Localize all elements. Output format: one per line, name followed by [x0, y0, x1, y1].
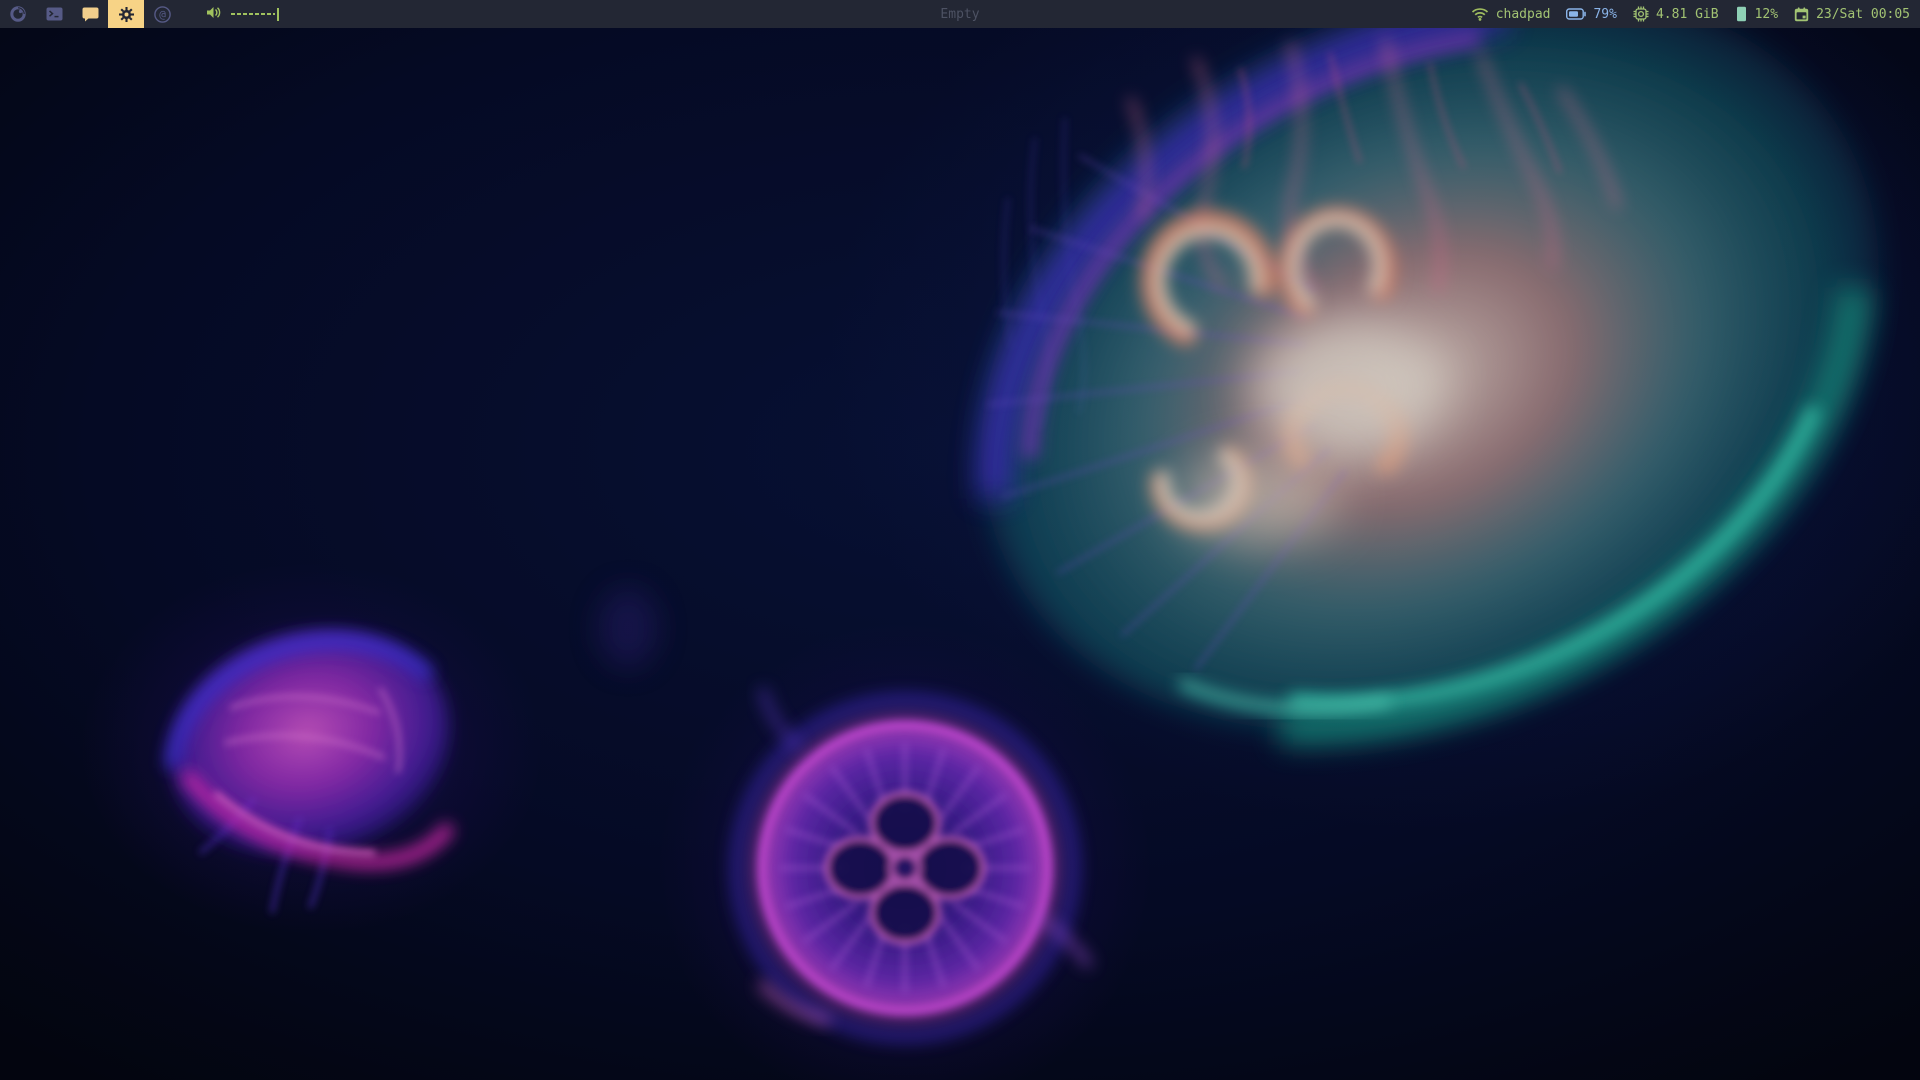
workspace-browser[interactable] — [0, 0, 36, 28]
battery-icon — [1566, 8, 1586, 20]
browser-circle-icon — [10, 6, 26, 22]
clock-widget[interactable]: 23/Sat 00:05 — [1794, 7, 1910, 22]
chat-bubble-icon — [82, 7, 99, 22]
jellyfish-artwork — [0, 28, 1920, 1080]
workspace-settings[interactable] — [108, 0, 144, 28]
calendar-icon — [1794, 7, 1809, 22]
usage-percent: 12% — [1755, 7, 1778, 22]
status-widgets: chadpad 79% — [1471, 0, 1920, 28]
clock-text: 23/Sat 00:05 — [1816, 7, 1910, 22]
memory-used: 4.81 GiB — [1656, 7, 1719, 22]
ram-stick-icon — [1735, 6, 1748, 22]
workspace-mail[interactable]: @ — [144, 0, 180, 28]
gear-icon — [118, 6, 135, 23]
terminal-icon — [46, 7, 63, 21]
battery-percent: 79% — [1593, 7, 1616, 22]
workspace-terminal[interactable] — [36, 0, 72, 28]
volume-widget[interactable] — [206, 0, 279, 28]
wifi-icon — [1471, 7, 1489, 21]
battery-widget[interactable]: 79% — [1566, 7, 1616, 22]
wifi-widget[interactable]: chadpad — [1471, 7, 1551, 22]
wifi-ssid: chadpad — [1496, 7, 1551, 22]
svg-text:@: @ — [159, 8, 166, 21]
speaker-icon — [206, 5, 223, 24]
window-title-text: Empty — [940, 7, 979, 22]
memory-widget[interactable]: 4.81 GiB — [1633, 6, 1719, 22]
cpu-chip-icon — [1633, 6, 1649, 22]
volume-slider-handle[interactable] — [277, 8, 279, 21]
usage-widget[interactable]: 12% — [1735, 6, 1778, 22]
at-sign-icon: @ — [154, 6, 171, 23]
volume-slider[interactable] — [231, 13, 275, 15]
status-bar: @ Empty — [0, 0, 1920, 28]
desktop-wallpaper — [0, 28, 1920, 1080]
workspace-chat[interactable] — [72, 0, 108, 28]
workspace-list: @ — [0, 0, 180, 28]
